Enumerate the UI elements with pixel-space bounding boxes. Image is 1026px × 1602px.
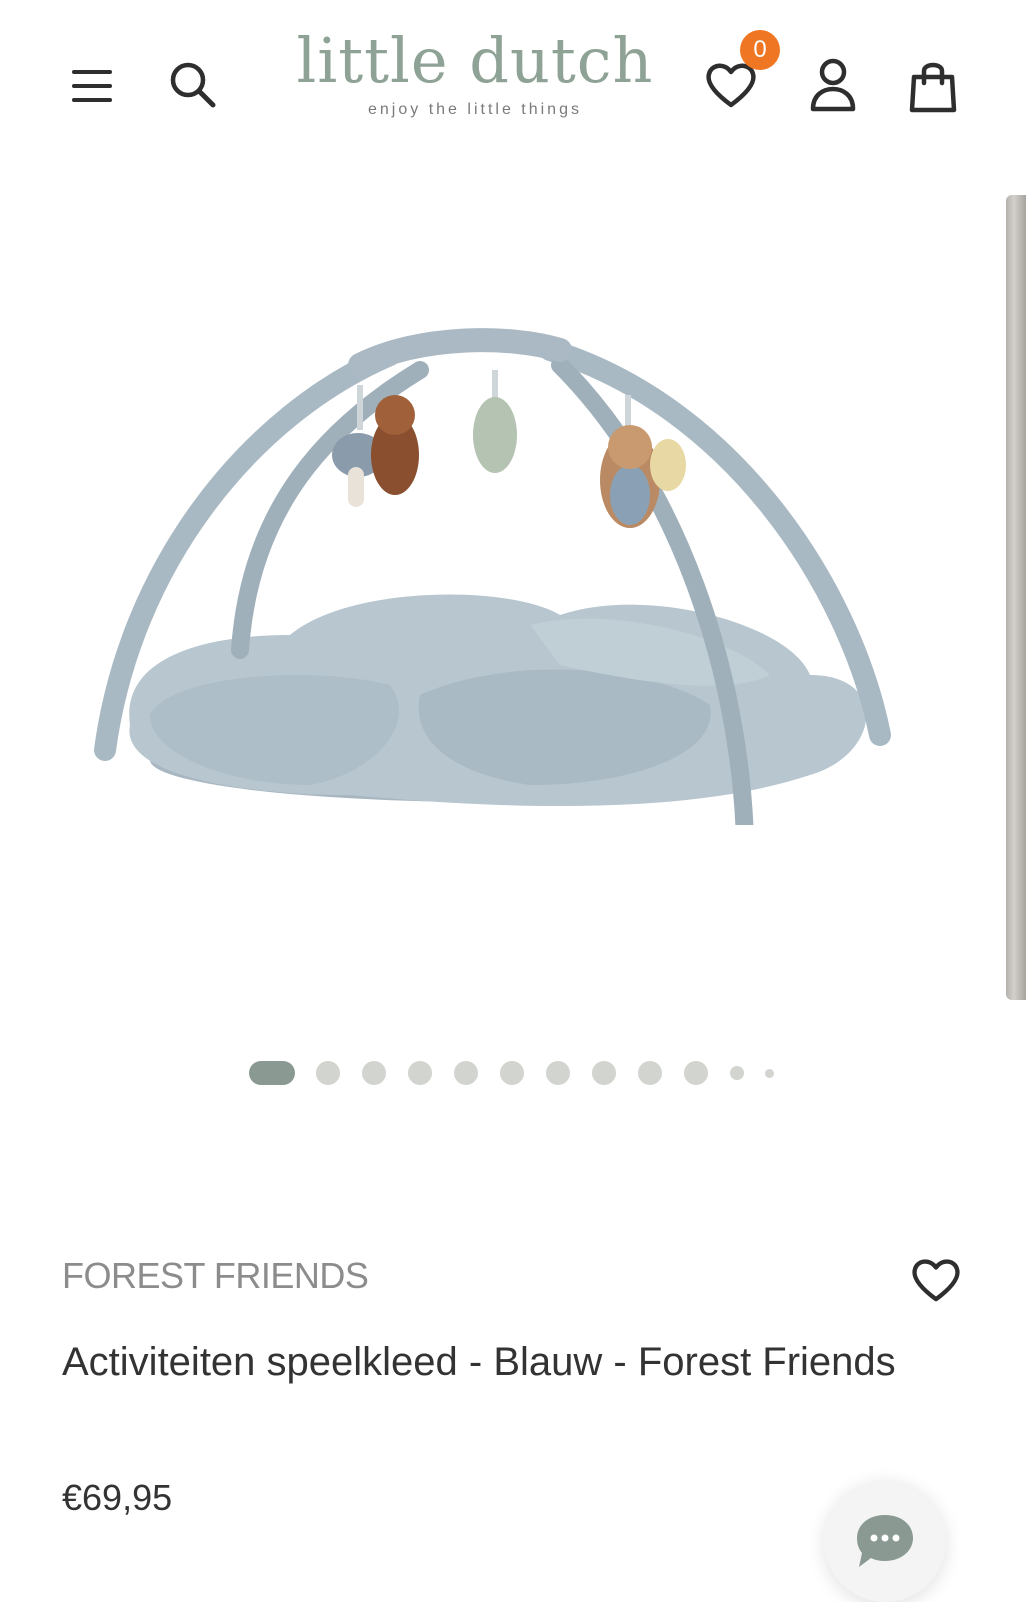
gallery-dot[interactable] — [592, 1061, 616, 1085]
gallery-pagination — [0, 1058, 1026, 1088]
gallery-dot[interactable] — [546, 1061, 570, 1085]
gallery-dot-small[interactable] — [730, 1066, 744, 1080]
heart-icon — [912, 1259, 960, 1302]
logo-tagline: enjoy the little things — [368, 101, 582, 118]
add-to-wishlist-button[interactable] — [906, 1250, 966, 1310]
gallery-dot[interactable] — [454, 1061, 478, 1085]
chat-button[interactable] — [824, 1480, 946, 1602]
account-icon — [810, 58, 856, 112]
product-price: €69,95 — [62, 1477, 173, 1518]
gallery-dot-active[interactable] — [249, 1061, 295, 1085]
next-image-peek[interactable] — [1006, 195, 1026, 1000]
gallery-dot[interactable] — [362, 1061, 386, 1085]
gallery-dot[interactable] — [684, 1061, 708, 1085]
chat-bubble-icon — [857, 1515, 913, 1567]
gallery-dot-tiny[interactable] — [765, 1069, 774, 1078]
cart-button[interactable] — [900, 50, 966, 120]
wishlist-count-badge: 0 — [740, 30, 780, 70]
gallery-dot[interactable] — [316, 1061, 340, 1085]
gallery-dot[interactable] — [638, 1061, 662, 1085]
search-icon — [170, 62, 216, 108]
brand-logo[interactable]: little dutch enjoy the little things — [290, 30, 660, 118]
account-button[interactable] — [800, 50, 866, 120]
heart-icon — [706, 63, 756, 108]
gallery-dot[interactable] — [408, 1061, 432, 1085]
search-button[interactable] — [160, 52, 226, 118]
shopping-bag-icon — [909, 62, 957, 113]
product-gallery[interactable] — [0, 195, 1026, 1000]
menu-icon — [72, 70, 112, 102]
site-header: little dutch enjoy the little things 0 — [0, 0, 1026, 170]
product-image[interactable] — [90, 255, 930, 825]
gallery-dot[interactable] — [500, 1061, 524, 1085]
collection-name[interactable]: FOREST FRIENDS — [62, 1258, 369, 1294]
menu-button[interactable] — [62, 56, 122, 116]
product-title: Activiteiten speelkleed - Blauw - Forest… — [62, 1340, 896, 1384]
logo-title: little dutch — [296, 24, 654, 97]
